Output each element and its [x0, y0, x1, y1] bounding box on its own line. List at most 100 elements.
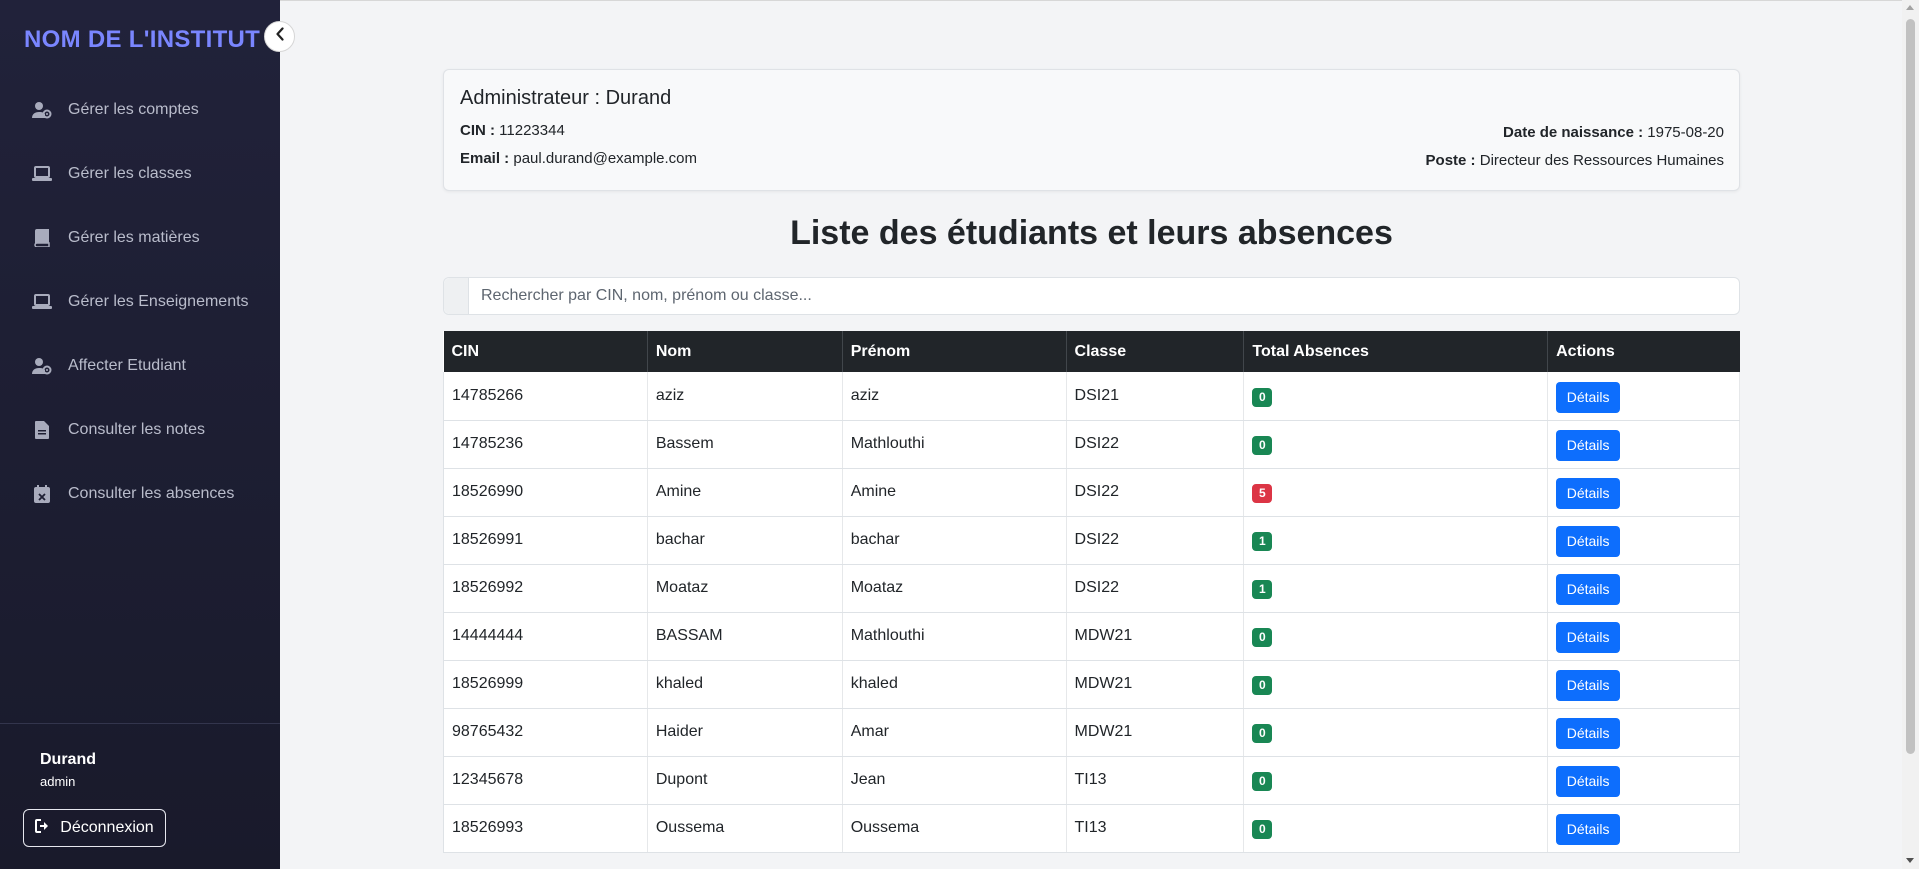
profile-email: Email : paul.durand@example.com	[460, 150, 697, 167]
details-button[interactable]: Détails	[1556, 622, 1621, 653]
details-button[interactable]: Détails	[1556, 718, 1621, 749]
user-gear-icon	[32, 100, 52, 120]
cell-classe: DSI21	[1066, 372, 1245, 421]
sidebar-item-consulter-notes[interactable]: Consulter les notes	[0, 398, 280, 462]
absence-count-badge: 0	[1252, 676, 1273, 695]
sidebar: NOM DE L'INSTITUT Gérer les comptes Gére…	[0, 0, 280, 869]
details-button[interactable]: Détails	[1556, 478, 1621, 509]
sidebar-item-label: Gérer les classes	[68, 165, 192, 182]
details-button[interactable]: Détails	[1556, 574, 1621, 605]
cell-actions: Détails	[1547, 756, 1740, 805]
dob-value: 1975-08-20	[1647, 124, 1724, 141]
details-button[interactable]: Détails	[1556, 814, 1621, 845]
cell-total-absences: 5	[1243, 468, 1549, 517]
cell-classe: MDW21	[1066, 612, 1245, 661]
cell-prenom: Mathlouthi	[842, 420, 1067, 469]
header-total-absences[interactable]: Total Absences	[1243, 331, 1549, 372]
book-icon	[32, 228, 52, 248]
laptop-icon	[32, 292, 52, 312]
sidebar-item-label: Gérer les Enseignements	[68, 293, 249, 310]
cell-actions: Détails	[1547, 372, 1740, 421]
sidebar-item-gerer-enseignements[interactable]: Gérer les Enseignements	[0, 270, 280, 334]
cell-prenom: Oussema	[842, 804, 1067, 853]
cell-actions: Détails	[1547, 804, 1740, 853]
logout-label: Déconnexion	[60, 819, 154, 836]
table-row: 14785266 aziz aziz DSI21 0 Détails	[443, 372, 1740, 421]
profile-dob: Date de naissance : 1975-08-20	[1503, 124, 1724, 141]
header-classe[interactable]: Classe	[1066, 331, 1245, 372]
absence-count-badge: 1	[1252, 532, 1273, 551]
table-row: 18526993 Oussema Oussema TI13 0 Détails	[443, 804, 1740, 853]
profile-card: Administrateur : Durand CIN : 11223344 E…	[443, 69, 1740, 191]
sidebar-toggle-button[interactable]	[264, 21, 295, 52]
sidebar-item-gerer-matieres[interactable]: Gérer les matières	[0, 206, 280, 270]
absence-count-badge: 0	[1252, 436, 1273, 455]
sidebar-item-consulter-absences[interactable]: Consulter les absences	[0, 462, 280, 526]
table-body: 14785266 aziz aziz DSI21 0 Détails 14785236 Bas…	[443, 372, 1740, 853]
header-nom[interactable]: Nom	[647, 331, 843, 372]
scroll-up-icon[interactable]	[1906, 5, 1914, 10]
cell-classe: TI13	[1066, 756, 1245, 805]
cell-classe: DSI22	[1066, 420, 1245, 469]
cell-classe: DSI22	[1066, 468, 1245, 517]
absence-count-badge: 0	[1252, 820, 1273, 839]
page-scrollbar[interactable]	[1902, 0, 1919, 869]
cin-label: CIN :	[460, 122, 495, 139]
cell-actions: Détails	[1547, 564, 1740, 613]
calendar-x-icon	[32, 484, 52, 504]
details-button[interactable]: Détails	[1556, 430, 1621, 461]
user-name: Durand	[40, 751, 96, 768]
top-border	[280, 0, 1902, 1]
cell-cin: 18526990	[443, 468, 648, 517]
cell-actions: Détails	[1547, 708, 1740, 757]
cell-prenom: Jean	[842, 756, 1067, 805]
table-header: CIN Nom Prénom Classe Total Absences Act…	[443, 331, 1740, 372]
table-row: 18526999 khaled khaled MDW21 0 Détails	[443, 660, 1740, 709]
cell-nom: Oussema	[647, 804, 843, 853]
details-button[interactable]: Détails	[1556, 526, 1621, 557]
cell-total-absences: 0	[1243, 612, 1549, 661]
cell-total-absences: 0	[1243, 708, 1549, 757]
header-cin[interactable]: CIN	[443, 331, 648, 372]
search-addon	[444, 278, 469, 314]
students-table: CIN Nom Prénom Classe Total Absences Act…	[443, 331, 1740, 853]
poste-label: Poste :	[1425, 152, 1476, 169]
cell-cin: 14785236	[443, 420, 648, 469]
scroll-down-icon[interactable]	[1906, 858, 1914, 863]
cell-nom: bachar	[647, 516, 843, 565]
header-actions: Actions	[1547, 331, 1740, 372]
cell-total-absences: 0	[1243, 756, 1549, 805]
profile-cin: CIN : 11223344	[460, 122, 565, 139]
laptop-icon	[32, 164, 52, 184]
cell-cin: 98765432	[443, 708, 648, 757]
table-row: 98765432 Haider Amar MDW21 0 Détails	[443, 708, 1740, 757]
cell-total-absences: 1	[1243, 516, 1549, 565]
sidebar-item-gerer-comptes[interactable]: Gérer les comptes	[0, 78, 280, 142]
cin-value: 11223344	[499, 122, 565, 139]
details-button[interactable]: Détails	[1556, 381, 1621, 413]
header-prenom[interactable]: Prénom	[842, 331, 1067, 372]
details-button[interactable]: Détails	[1556, 670, 1621, 701]
logout-button[interactable]: Déconnexion	[23, 809, 166, 847]
sidebar-item-gerer-classes[interactable]: Gérer les classes	[0, 142, 280, 206]
email-label: Email :	[460, 150, 510, 167]
brand-title[interactable]: NOM DE L'INSTITUT	[24, 26, 260, 54]
absence-count-badge: 0	[1252, 724, 1273, 743]
cell-prenom: khaled	[842, 660, 1067, 709]
page-title: Liste des étudiants et leurs absences	[790, 214, 1393, 252]
cell-total-absences: 0	[1243, 420, 1549, 469]
cell-cin: 14444444	[443, 612, 648, 661]
cell-total-absences: 1	[1243, 564, 1549, 613]
cell-nom: Bassem	[647, 420, 843, 469]
cell-classe: TI13	[1066, 804, 1245, 853]
sidebar-item-affecter-etudiant[interactable]: Affecter Etudiant	[0, 334, 280, 398]
sidebar-item-label: Consulter les notes	[68, 421, 205, 438]
scrollbar-thumb[interactable]	[1906, 19, 1915, 754]
search-input[interactable]	[469, 278, 1739, 314]
cell-actions: Détails	[1547, 612, 1740, 661]
file-icon	[32, 420, 52, 440]
absence-count-badge: 0	[1252, 387, 1273, 407]
table-row: 18526991 bachar bachar DSI22 1 Détails	[443, 516, 1740, 565]
details-button[interactable]: Détails	[1556, 766, 1621, 797]
poste-value: Directeur des Ressources Humaines	[1479, 152, 1724, 169]
